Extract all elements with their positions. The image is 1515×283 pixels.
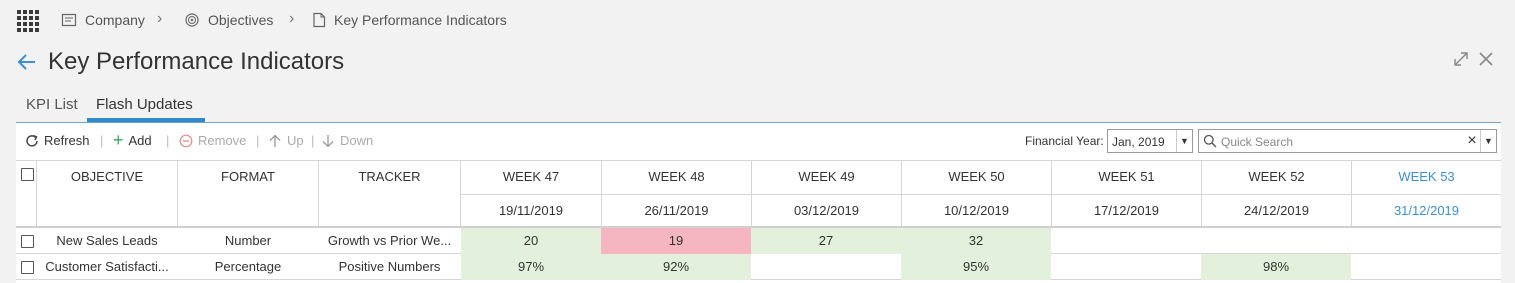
- company-icon: [61, 13, 77, 27]
- financial-year-select[interactable]: Jan, 2019 ▼: [1107, 129, 1193, 153]
- back-arrow-icon[interactable]: [15, 50, 39, 74]
- refresh-icon: [26, 134, 38, 147]
- kpi-value-cell[interactable]: [751, 254, 901, 280]
- arrow-up-icon: [269, 134, 281, 147]
- kpi-value-cell[interactable]: [1051, 228, 1201, 254]
- search-icon: [1203, 134, 1217, 148]
- col-header-tracker[interactable]: TRACKER: [319, 169, 460, 184]
- page-title: Key Performance Indicators: [48, 48, 345, 75]
- financial-year-value: Jan, 2019: [1112, 135, 1165, 149]
- col-header-week[interactable]: WEEK 51: [1052, 169, 1201, 184]
- header-split-line: [460, 194, 1501, 195]
- tab-kpi-list[interactable]: KPI List: [26, 96, 78, 113]
- row-tracker: Growth vs Prior We...: [327, 233, 452, 248]
- remove-circle-icon: [179, 134, 193, 147]
- tab-flash-updates[interactable]: Flash Updates: [96, 96, 193, 113]
- kpi-value-cell[interactable]: 20: [461, 228, 601, 254]
- arrow-down-icon: [322, 134, 334, 147]
- quick-search-input[interactable]: Quick Search × ▼: [1198, 129, 1497, 153]
- down-button[interactable]: Down: [321, 133, 373, 148]
- col-header-date-current: 31/12/2019: [1393, 203, 1460, 218]
- search-placeholder: Quick Search: [1221, 135, 1294, 149]
- kpi-value-cell[interactable]: 32: [901, 228, 1051, 254]
- kpi-value-cell[interactable]: [1051, 254, 1201, 280]
- col-header-week[interactable]: WEEK 50: [902, 169, 1051, 184]
- kpi-value-cell[interactable]: 19: [601, 228, 751, 254]
- breadcrumb-objectives[interactable]: Objectives: [184, 12, 273, 28]
- kpi-value-cell[interactable]: [1351, 254, 1501, 280]
- kpi-value-cell[interactable]: [1351, 228, 1501, 254]
- toolbar-divider: |: [311, 133, 315, 148]
- plus-icon: +: [113, 130, 124, 150]
- col-header-date: 17/12/2019: [1093, 203, 1160, 218]
- row-format: Number: [224, 233, 272, 248]
- app-launcher-icon[interactable]: [17, 10, 39, 32]
- col-header-format[interactable]: FORMAT: [178, 169, 318, 184]
- kpi-value-cell[interactable]: 27: [751, 228, 901, 254]
- dropdown-arrow-icon[interactable]: ▼: [1176, 130, 1192, 152]
- breadcrumb-label: Key Performance Indicators: [334, 12, 507, 28]
- expand-icon[interactable]: [1452, 50, 1470, 68]
- refresh-button[interactable]: Refresh: [25, 133, 90, 148]
- toolbar-divider: |: [166, 133, 170, 148]
- add-button[interactable]: + Add: [113, 130, 152, 150]
- col-header-week[interactable]: WEEK 48: [602, 169, 751, 184]
- breadcrumb-label: Company: [85, 12, 145, 28]
- chevron-right-icon: ›: [289, 10, 295, 27]
- kpi-value-cell[interactable]: 97%: [461, 254, 601, 280]
- kpi-value-cell[interactable]: 98%: [1201, 254, 1351, 280]
- remove-button[interactable]: Remove: [179, 133, 246, 148]
- row-tracker: Positive Numbers: [338, 259, 441, 274]
- grid-top-border: [16, 160, 1501, 161]
- col-header-date: 24/12/2019: [1243, 203, 1310, 218]
- breadcrumb-company[interactable]: Company: [61, 12, 145, 28]
- breadcrumb-bar: Company › Objectives › Key Performance I…: [0, 0, 1515, 40]
- row-objective[interactable]: New Sales Leads: [37, 228, 177, 254]
- financial-year-label: Financial Year:: [1025, 134, 1104, 148]
- col-header-date: 26/11/2019: [644, 203, 709, 218]
- col-header-week-current[interactable]: WEEK 53: [1352, 169, 1501, 184]
- close-icon[interactable]: [1477, 50, 1495, 68]
- clear-search-icon[interactable]: ×: [1464, 130, 1480, 152]
- breadcrumb-label: Objectives: [208, 12, 274, 28]
- col-header-date: 10/12/2019: [943, 203, 1010, 218]
- col-header-date: 03/12/2019: [793, 203, 860, 218]
- kpi-value-cell[interactable]: [1201, 228, 1351, 254]
- toolbar-divider: |: [256, 133, 260, 148]
- select-all-checkbox[interactable]: [21, 168, 34, 181]
- objectives-icon: [185, 13, 199, 27]
- col-header-week[interactable]: WEEK 49: [752, 169, 901, 184]
- document-icon: [313, 12, 326, 28]
- breadcrumb-kpi[interactable]: Key Performance Indicators: [312, 12, 507, 28]
- kpi-value-cell[interactable]: 92%: [601, 254, 751, 280]
- toolbar-divider: |: [100, 133, 104, 148]
- row-objective[interactable]: Customer Satisfacti...: [37, 254, 177, 280]
- up-button[interactable]: Up: [268, 133, 304, 148]
- row-checkbox[interactable]: [21, 235, 34, 248]
- kpi-value-cell[interactable]: 95%: [901, 254, 1051, 280]
- chevron-right-icon: ›: [157, 10, 163, 27]
- col-header-date: 19/11/2019: [498, 203, 564, 218]
- row-format: Percentage: [214, 259, 282, 274]
- col-header-week[interactable]: WEEK 47: [461, 169, 601, 184]
- col-header-week[interactable]: WEEK 52: [1202, 169, 1351, 184]
- search-dropdown-icon[interactable]: ▼: [1480, 130, 1496, 152]
- row-checkbox[interactable]: [21, 261, 34, 274]
- col-header-objective[interactable]: OBJECTIVE: [37, 169, 177, 184]
